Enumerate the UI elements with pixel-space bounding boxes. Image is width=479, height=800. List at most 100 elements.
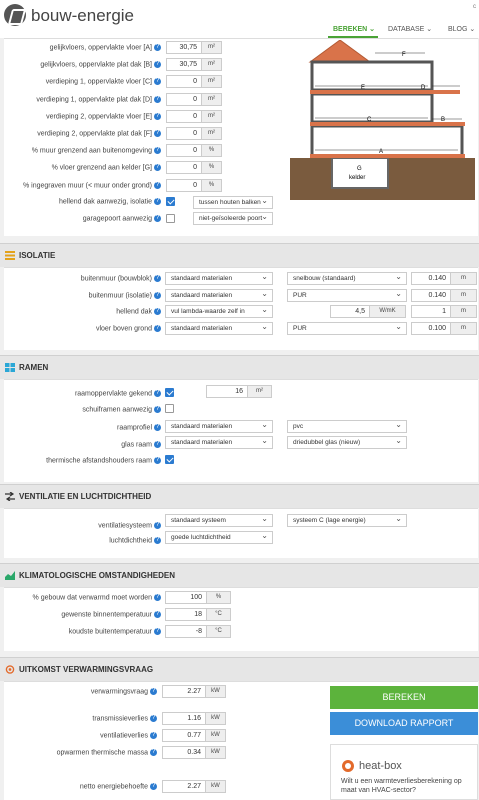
thickness-unit: m (451, 272, 477, 285)
section-title: VENTILATIE EN LUCHTDICHTHEID (19, 492, 152, 501)
section-isolatie[interactable]: ISOLATIE (0, 243, 479, 267)
ventilation-system-select[interactable]: standaard systeem (165, 514, 273, 527)
diagram-label-b: B (441, 117, 445, 123)
airtightness-select[interactable]: goede luchtdichtheid (165, 531, 273, 544)
geometry-row-input[interactable]: 0 (166, 109, 202, 123)
insulation-material-select[interactable]: vul lambda-waarde zelf in (165, 305, 273, 318)
section-ramen[interactable]: RAMEN (0, 355, 479, 379)
climate-row-label: % gebouw dat verwarmd moet worden? (32, 594, 161, 602)
climate-row-label: gewenste binnentemperatuur? (61, 611, 161, 619)
geometry-row-input[interactable]: 0 (166, 178, 202, 192)
glass-type-select[interactable]: driedubbel glas (nieuw) (287, 436, 407, 449)
diagram-label-e: E (361, 85, 365, 91)
geometry-row-input[interactable]: 30,75 (166, 58, 202, 72)
geometry-row-input[interactable]: 0 (166, 144, 202, 158)
garage-door-select[interactable]: niet-geïsoleerde poort (193, 212, 273, 225)
window-area-unit: m² (248, 385, 272, 398)
download-rapport-button[interactable]: DOWNLOAD RAPPORT (330, 712, 478, 735)
window-profile-type-select[interactable]: pvc (287, 420, 407, 433)
thickness-unit: m (451, 305, 477, 318)
result-row-unit: kW (206, 712, 226, 725)
geometry-row-input[interactable]: 0 (166, 127, 202, 140)
lambda-input[interactable]: 4,5 (330, 305, 370, 318)
header: bouw-energie c BEREKEN ⌄ DATABASE ⌄ BLOG… (0, 0, 479, 38)
thickness-input[interactable]: 1 (411, 305, 451, 318)
geometry-row-label: verdieping 2, oppervlakte vloer [E]? (46, 112, 161, 121)
climate-row-label: koudste buitentemperatuur? (68, 628, 161, 636)
geometry-row-input[interactable]: 0 (166, 75, 202, 89)
diagram-label-a: A (379, 149, 383, 155)
geometry-row-label: gelijkvloers, oppervlakte vloer [A]? (49, 44, 161, 52)
lambda-unit: W/mK (370, 305, 406, 318)
insulation-icon (5, 251, 15, 260)
climate-row-input[interactable]: 18 (165, 608, 207, 621)
nav-database[interactable]: DATABASE ⌄ (388, 25, 432, 33)
insulation-material-select[interactable]: standaard materialen (165, 322, 273, 335)
section-uitkomst[interactable]: UITKOMST VERWARMINGSVRAAG (0, 657, 479, 681)
section-title: ISOLATIE (19, 251, 56, 260)
roof-checkbox[interactable] (166, 197, 175, 206)
geometry-row-unit: % (202, 144, 222, 158)
result-row-label: ventilatieverlies? (100, 732, 157, 740)
geometry-row-unit: m² (202, 58, 222, 72)
section-klimaat[interactable]: KLIMATOLOGISCHE OMSTANDIGHEDEN (0, 563, 479, 587)
geometry-row-unit: m² (202, 75, 222, 89)
geometry-row-unit: % (202, 161, 222, 175)
climate-row-input[interactable]: 100 (165, 591, 207, 604)
geometry-row-label: verdieping 1, oppervlakte plat dak [D]? (36, 95, 161, 103)
sliding-window-label: schuiframen aanwezig? (82, 406, 161, 414)
result-row-unit: kW (206, 729, 226, 742)
insulation-row-label: hellend dak? (116, 308, 161, 316)
geometry-row-input[interactable]: 0 (166, 161, 202, 175)
heatbox-text: Wilt u een warmteverliesberekening op ma… (341, 778, 462, 794)
ventilation-type-select[interactable]: systeem C (lage energie) (287, 514, 407, 527)
result-row-value: 2.27 (162, 685, 206, 698)
thickness-input[interactable]: 0.140 (411, 272, 451, 285)
insulation-material-select[interactable]: standaard materialen (165, 289, 273, 302)
geometry-row-input[interactable]: 30,75 (166, 41, 202, 54)
geometry-row-unit: m² (202, 92, 222, 106)
insulation-type-select[interactable]: PUR (287, 322, 407, 335)
result-row-label: netto energiebehoefte? (79, 783, 157, 791)
glass-material-select[interactable]: standaard materialen (165, 436, 273, 449)
window-profile-material-select[interactable]: standaard materialen (165, 420, 273, 433)
nav-blog[interactable]: BLOG ⌄ (448, 25, 475, 33)
bereken-button[interactable]: BEREKEN (330, 686, 478, 709)
thickness-input[interactable]: 0.100 (411, 322, 451, 335)
insulation-row-label: vloer boven grond? (95, 325, 161, 333)
thickness-unit: m (451, 289, 477, 302)
bouw-energie-logo-icon[interactable] (4, 4, 26, 26)
section-title: KLIMATOLOGISCHE OMSTANDIGHEDEN (19, 571, 175, 580)
diagram-label-g: G (357, 166, 362, 172)
thickness-unit: m (451, 322, 477, 335)
ventilation-system-label: ventilatiesysteem? (98, 522, 161, 530)
garage-checkbox[interactable] (166, 214, 175, 223)
ventilation-icon (5, 492, 15, 501)
insulation-material-select[interactable]: standaard materialen (165, 272, 273, 285)
window-area-checkbox[interactable] (165, 388, 174, 397)
thermal-spacer-label: thermische afstandshouders raam? (46, 457, 161, 465)
insulation-type-select[interactable]: PUR (287, 289, 407, 302)
heatbox-promo[interactable]: heat-box Wilt u een warmteverliesbereken… (330, 744, 478, 800)
insulation-row-label: buitenmuur (bouwblok)? (80, 275, 161, 283)
brand-name[interactable]: bouw-energie (31, 6, 134, 26)
thickness-input[interactable]: 0.140 (411, 289, 451, 302)
geometry-row-unit: m² (202, 41, 222, 54)
roof-insulation-select[interactable]: tussen houten balken (193, 196, 273, 209)
diagram-label-kelder: kelder (349, 175, 365, 181)
result-row-value: 1.16 (162, 712, 206, 725)
thermal-spacer-checkbox[interactable] (165, 455, 174, 464)
geometry-row-label: verdieping 2, oppervlakte plat dak [F]? (37, 130, 161, 138)
climate-row-input[interactable]: -8 (165, 625, 207, 638)
nav-bereken[interactable]: BEREKEN ⌄ (333, 25, 375, 33)
geometry-row-label: % muur grenzend aan buitenomgeving? (31, 147, 161, 155)
geometry-row-label: gelijkvloers, oppervlakte plat dak [B]? (40, 61, 161, 69)
insulation-row-label: buitenmuur (isolatie)? (88, 292, 161, 300)
geometry-row-unit: % (202, 178, 222, 192)
airtightness-label: luchtdichtheid? (109, 537, 161, 545)
insulation-type-select[interactable]: snelbouw (standaard) (287, 272, 407, 285)
section-ventilatie[interactable]: VENTILATIE EN LUCHTDICHTHEID (0, 484, 479, 508)
geometry-row-input[interactable]: 0 (166, 92, 202, 106)
sliding-window-checkbox[interactable] (165, 404, 174, 413)
window-area-input[interactable]: 16 (206, 385, 248, 398)
